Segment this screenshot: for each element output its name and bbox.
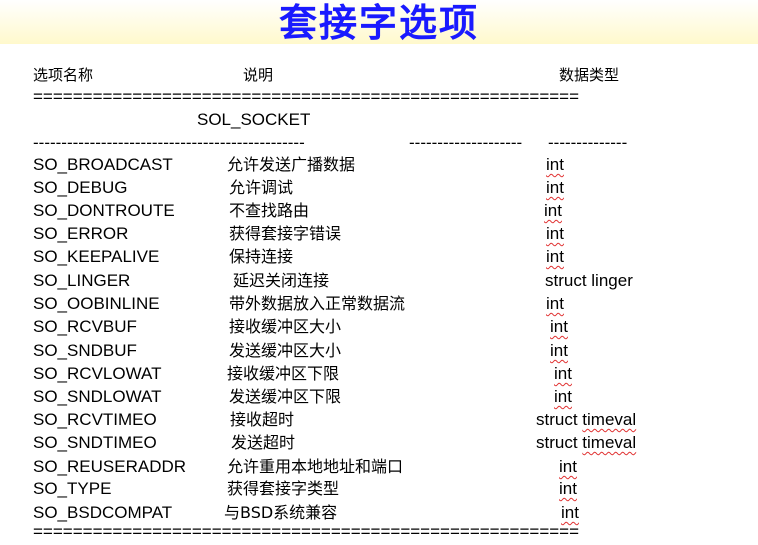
option-name: SO_RCVLOWAT xyxy=(33,364,162,383)
option-type: int xyxy=(546,155,564,174)
option-type: int xyxy=(546,224,564,243)
option-description: 允许重用本地地址和端口 xyxy=(227,457,404,476)
option-name: SO_LINGER xyxy=(33,271,131,290)
column-header-name: 选项名称 xyxy=(33,66,94,84)
option-name: SO_RCVBUF xyxy=(33,317,137,336)
option-name: SO_BSDCOMPAT xyxy=(33,503,173,522)
option-description: 获得套接字类型 xyxy=(227,479,340,498)
option-description: 接收超时 xyxy=(230,410,295,429)
column-header-desc: 说明 xyxy=(243,66,274,84)
single-rule-a: ----------------------------------------… xyxy=(33,134,305,152)
option-description: 保持连接 xyxy=(229,247,294,266)
option-description: 带外数据放入正常数据流 xyxy=(229,294,406,313)
option-name: SO_KEEPALIVE xyxy=(33,247,160,266)
option-description: 不查找路由 xyxy=(229,201,310,220)
double-rule-bottom: ========================================… xyxy=(33,523,580,541)
option-description: 发送缓冲区大小 xyxy=(229,341,342,360)
option-type: int xyxy=(559,479,577,498)
option-name: SO_TYPE xyxy=(33,479,112,498)
option-name: SO_RCVTIMEO xyxy=(33,410,157,429)
option-description: 与BSD系统兼容 xyxy=(224,503,338,522)
single-rule-b: -------------------- xyxy=(409,134,523,152)
option-name: SO_REUSERADDR xyxy=(33,457,187,476)
option-type: int xyxy=(559,457,577,476)
page-title: 套接字选项 xyxy=(278,1,479,45)
double-rule-top: ========================================… xyxy=(33,88,580,106)
option-description: 发送缓冲区下限 xyxy=(229,387,342,406)
column-header-type: 数据类型 xyxy=(559,66,620,84)
option-type: struct timeval xyxy=(536,410,637,429)
option-type: int xyxy=(550,317,568,336)
single-rule-c: -------------- xyxy=(548,134,628,152)
option-name: SO_OOBINLINE xyxy=(33,294,160,313)
option-name: SO_ERROR xyxy=(33,224,129,243)
option-type: int xyxy=(554,387,572,406)
option-type: struct linger xyxy=(545,271,633,290)
section-label: SOL_SOCKET xyxy=(197,110,311,129)
option-description: 发送超时 xyxy=(231,433,296,452)
option-type: int xyxy=(554,364,572,383)
option-name: SO_SNDTIMEO xyxy=(33,433,157,452)
option-description: 允许发送广播数据 xyxy=(227,155,356,174)
option-name: SO_SNDLOWAT xyxy=(33,387,162,406)
option-description: 接收缓冲区下限 xyxy=(227,364,340,383)
option-type: int xyxy=(544,201,562,220)
option-description: 接收缓冲区大小 xyxy=(229,317,342,336)
option-name: SO_DONTROUTE xyxy=(33,201,175,220)
option-type: int xyxy=(561,503,579,522)
option-description: 允许调试 xyxy=(229,178,294,197)
option-type: int xyxy=(546,294,564,313)
option-type: int xyxy=(550,341,568,360)
option-name: SO_BROADCAST xyxy=(33,155,173,174)
option-name: SO_SNDBUF xyxy=(33,341,137,360)
option-description: 延迟关闭连接 xyxy=(233,271,330,290)
option-name: SO_DEBUG xyxy=(33,178,128,197)
option-type: int xyxy=(546,178,564,197)
option-description: 获得套接字错误 xyxy=(229,224,342,243)
option-type: struct timeval xyxy=(536,433,637,452)
option-type: int xyxy=(546,247,564,266)
